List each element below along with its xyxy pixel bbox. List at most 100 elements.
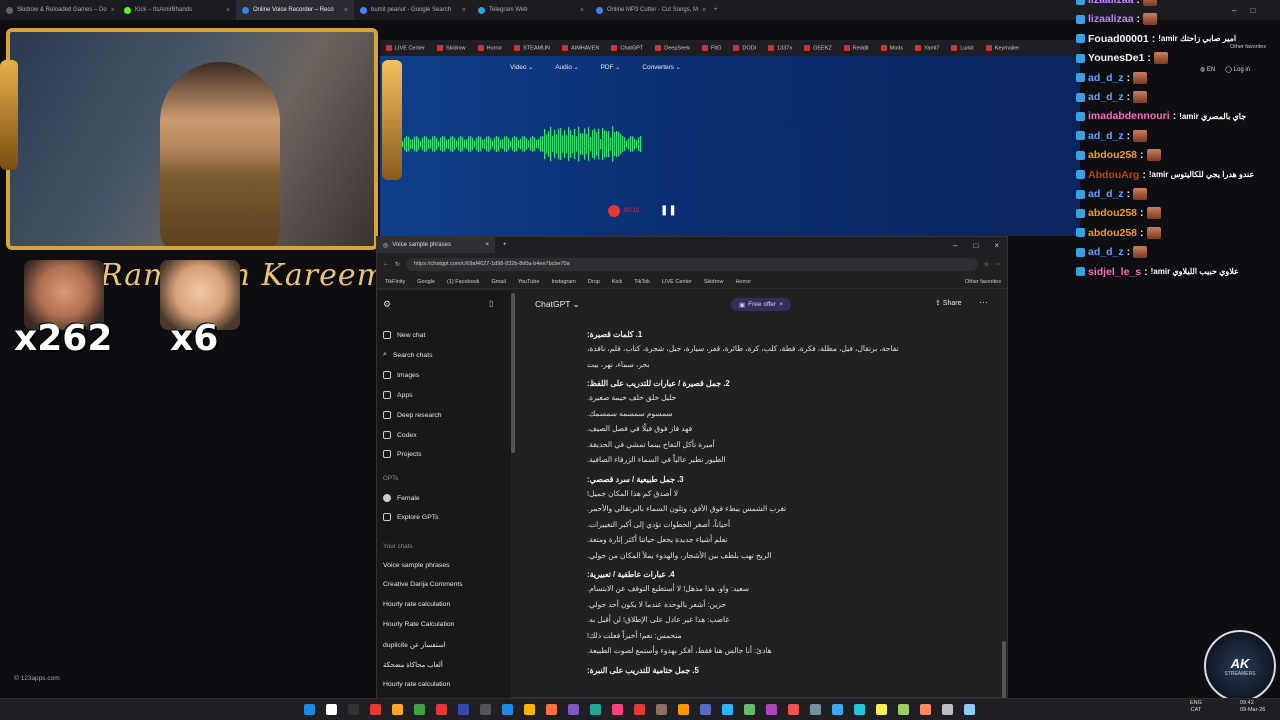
browser-tab-active[interactable]: ◎ Voice sample phrases ×: [377, 237, 495, 253]
taskbar-app-icon[interactable]: [964, 704, 975, 715]
gpt-item-female[interactable]: Female: [383, 494, 420, 502]
record-button[interactable]: 00:18: [608, 204, 644, 218]
bookmark-item[interactable]: Google: [417, 279, 435, 285]
scrollbar[interactable]: [1002, 641, 1006, 701]
bookmark-item[interactable]: ChatGPT: [611, 45, 643, 51]
taskbar-app-icon[interactable]: [898, 704, 909, 715]
clock[interactable]: 09:42 09-Mar-26: [1240, 700, 1265, 714]
bookmark-item[interactable]: TikFinity: [385, 279, 405, 285]
extensions-icon[interactable]: ⋯: [995, 261, 1001, 268]
bookmark-item[interactable]: Kick: [612, 279, 622, 285]
taskbar-app-icon[interactable]: [392, 704, 403, 715]
chat-username[interactable]: sidjel_le_s: [1088, 266, 1141, 278]
taskbar-app-icon[interactable]: [700, 704, 711, 715]
taskbar-app-icon[interactable]: [766, 704, 777, 715]
scrollbar[interactable]: [511, 293, 515, 453]
new-tab-button[interactable]: +: [708, 0, 728, 20]
chat-item[interactable]: Voice sample phrases: [383, 562, 450, 569]
sidebar-toggle-icon[interactable]: ▯: [489, 299, 493, 308]
bookmark-item[interactable]: GEEKZ: [804, 45, 832, 51]
bookmark-item[interactable]: TikTok: [634, 279, 650, 285]
taskbar-app-icon[interactable]: [942, 704, 953, 715]
address-bar[interactable]: https://chatgpt.com/c/69af4627-1d98-832b…: [406, 257, 978, 271]
bookmark-item[interactable]: Horror: [478, 45, 503, 51]
bookmark-item[interactable]: DeepSeek: [655, 45, 690, 51]
taskbar-app-icon[interactable]: [590, 704, 601, 715]
taskbar-app-icon[interactable]: [546, 704, 557, 715]
browser-tab[interactable]: Skidrow & Reloaded Games – Do ×: [0, 0, 118, 20]
taskbar-app-icon[interactable]: [656, 704, 667, 715]
close-icon[interactable]: ×: [111, 7, 115, 14]
chat-item[interactable]: Hourly rate calculation: [383, 601, 450, 608]
menu-converters[interactable]: Converters: [642, 64, 681, 71]
bookmark-item[interactable]: Skidrow: [437, 45, 466, 51]
chat-username[interactable]: imadabdennouri: [1088, 110, 1170, 122]
taskbar-app-icon[interactable]: [678, 704, 689, 715]
taskbar-app-icon[interactable]: [722, 704, 733, 715]
close-icon[interactable]: ×: [344, 7, 348, 14]
chat-item[interactable]: Creative Darija Comments: [383, 581, 463, 588]
other-favorites[interactable]: Other favorites: [965, 279, 1007, 285]
browser-tab-active[interactable]: Online Voice Recorder – Reco ×: [236, 0, 354, 20]
minimize-icon[interactable]: –: [953, 241, 957, 250]
bookmark-item[interactable]: Instagram: [551, 279, 575, 285]
chat-username[interactable]: ad_d_z: [1088, 91, 1124, 103]
nav-apps[interactable]: Apps: [383, 391, 413, 399]
taskbar-app-icon[interactable]: [304, 704, 315, 715]
close-icon[interactable]: ×: [702, 7, 706, 14]
bookmark-item[interactable]: Horror: [735, 279, 751, 285]
nav-search-chats[interactable]: ⌕ Search chats: [383, 351, 432, 359]
taskbar-app-icon[interactable]: [876, 704, 887, 715]
close-icon[interactable]: ×: [485, 242, 489, 248]
bookmark-item[interactable]: Keymailer: [986, 45, 1019, 51]
taskbar-app-icon[interactable]: [920, 704, 931, 715]
taskbar-app-icon[interactable]: [436, 704, 447, 715]
explore-gpts[interactable]: Explore GPTs: [383, 513, 439, 521]
close-icon[interactable]: ×: [462, 7, 466, 14]
chat-username[interactable]: lizaalizaa: [1088, 0, 1134, 6]
taskbar-app-icon[interactable]: [634, 704, 645, 715]
menu-audio[interactable]: Audio: [555, 64, 578, 71]
taskbar-app-icon[interactable]: [832, 704, 843, 715]
chat-username[interactable]: lizaalizaa: [1088, 13, 1134, 25]
taskbar-app-icon[interactable]: [458, 704, 469, 715]
taskbar-app-icon[interactable]: [414, 704, 425, 715]
taskbar-app-icon[interactable]: [568, 704, 579, 715]
menu-pdf[interactable]: PDF: [601, 64, 621, 71]
chat-item[interactable]: Hourly rate calculation: [383, 681, 450, 688]
taskbar-app-icon[interactable]: [744, 704, 755, 715]
close-icon[interactable]: ×: [226, 7, 230, 14]
chat-username[interactable]: abdou258: [1088, 227, 1137, 239]
nav-deep-research[interactable]: Deep research: [383, 411, 442, 419]
chat-username[interactable]: ad_d_z: [1088, 130, 1124, 142]
new-tab-button[interactable]: +: [503, 242, 507, 248]
back-icon[interactable]: ←: [383, 261, 389, 267]
chat-item[interactable]: Hourly Rate Calculation: [383, 621, 454, 628]
chat-username[interactable]: abdou258: [1088, 207, 1137, 219]
bookmark-item[interactable]: Reddit: [844, 45, 869, 51]
model-selector[interactable]: ChatGPT ⌄: [535, 299, 580, 310]
taskbar-app-icon[interactable]: [854, 704, 865, 715]
close-icon[interactable]: ×: [994, 241, 999, 250]
taskbar-app-icon[interactable]: [810, 704, 821, 715]
chat-username[interactable]: AbdouArg: [1088, 169, 1139, 181]
star-icon[interactable]: ☆: [984, 261, 989, 268]
bookmark-item[interactable]: Yaml7: [915, 45, 939, 51]
taskbar-app-icon[interactable]: [370, 704, 381, 715]
chat-username[interactable]: ad_d_z: [1088, 188, 1124, 200]
maximize-icon[interactable]: □: [973, 241, 978, 250]
bookmark-item[interactable]: Drop: [588, 279, 600, 285]
nav-new-chat[interactable]: New chat: [383, 331, 425, 339]
taskbar-app-icon[interactable]: [326, 704, 337, 715]
bookmark-item[interactable]: LIVE Center: [662, 279, 692, 285]
share-button[interactable]: ⇪ Share: [935, 299, 962, 307]
bookmark-item[interactable]: LIVE Center: [386, 45, 425, 51]
chat-username[interactable]: ad_d_z: [1088, 246, 1124, 258]
free-offer-badge[interactable]: ▣ Free offer ×: [731, 298, 792, 311]
chat-username[interactable]: Fouad00001: [1088, 33, 1149, 45]
close-icon[interactable]: ×: [580, 7, 584, 14]
language-indicator[interactable]: ENG CAT: [1190, 700, 1202, 714]
openai-logo-icon[interactable]: ⚙: [383, 299, 391, 310]
bookmark-item[interactable]: YouTube: [518, 279, 540, 285]
bookmark-item[interactable]: Gmail: [491, 279, 505, 285]
